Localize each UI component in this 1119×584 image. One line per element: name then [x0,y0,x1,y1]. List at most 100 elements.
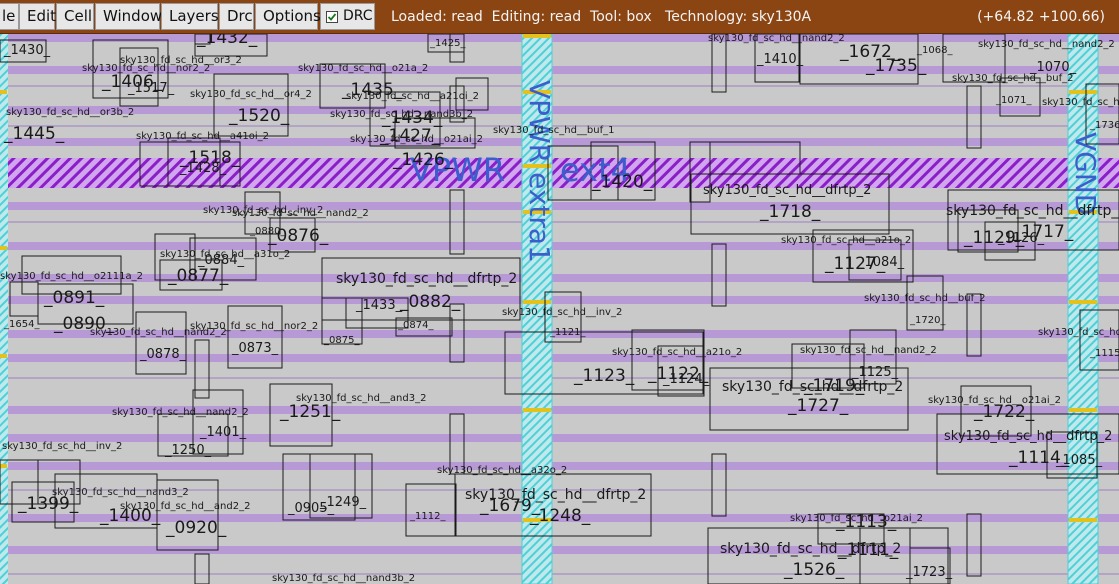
cell-label: _0873_ [232,341,279,356]
cell-label: _1425_ [430,38,466,49]
cell-type-label: sky130_fd_sc_hd__inv_2 [203,205,324,216]
cell-type-label: sky130_fd_sc_hd__a21oi_2 [346,91,480,102]
cell-label: _1428_ [180,161,227,176]
cell-label: _1654_ [4,319,40,330]
cell-type-label: sky130_fd_sc_hd__dfrtp_2 [722,379,904,395]
cell-label: _0920_ [166,518,227,538]
cell-label: _1410_ [757,52,804,67]
cell-label: _1123_ [574,366,635,386]
cell-type-label: sky130_fd_sc_hd__dfrtp_2 [703,183,872,198]
cell-label: _1426_ [393,150,454,170]
cell-type-label: sky130_fd_sc_hd__nor2_2 [82,63,211,74]
cell-label: _0874_ [398,320,434,331]
cell-type-label: sky130_fd_sc_hd__nand2_2 [708,34,845,44]
cell-label: _1248_ [530,506,591,526]
cell-label: _1727_ [788,396,849,416]
cell-label: _1736_ [1090,120,1119,131]
cell-type-label: sky130_fd_sc_hd__o21a_2 [298,63,429,74]
cell-label: _1720_ [910,315,946,326]
cell-type-label: sky130_fd_sc_hd__nand3b_2 [272,573,416,584]
menu-options[interactable]: Options [255,3,321,30]
cell-label: _1520_ [229,106,290,126]
cell-label: _1399_ [18,494,79,514]
cell-type-label: sky130_fd_sc_hd__buf_2 [952,73,1074,84]
cell-type-label: sky130_fd_sc_hd__nand2_2 [978,39,1115,50]
cell-label: _1250_ [165,443,212,458]
cell-type-label: sky130_fd_sc_hd__buf_2 [1042,97,1119,108]
drc-checkbox[interactable] [326,11,338,23]
cell-type-label: sky130_fd_sc_hd__dfrtp_2 [946,203,1119,219]
cell-type-label: sky130_fd_sc_hd__dfrtp_2 [336,271,518,287]
cell-type-label: sky130_fd_sc_hd__nand2_2 [112,407,249,418]
cell-type-label: sky130_fd_sc_hd__buf_2 [864,293,986,304]
vgnd-strap [1067,34,1099,584]
cell-type-label: sky130_fd_sc_hd__o21ai_2 [928,395,1062,406]
cell-label: _0880_ [250,226,286,237]
menu-bar: le Edit Cell Window Layers Drc Options D… [0,0,1119,34]
cell-label: _1084_ [858,255,905,270]
cell-label: _1432_ [197,34,258,48]
cell-label: _1735_ [866,56,927,76]
cell-type-label: sky130_fd_sc_hd__nand3b_2 [330,109,474,120]
cell-type-label: sky130_fd_sc_hd__a21o_2 [612,347,743,358]
menu-file[interactable]: le [0,3,19,30]
cell-type-label: sky130_fd_sc_hd__dfrtp_2 [944,429,1113,444]
cell-type-label: sky130_fd_sc_hd__nor2_2 [190,321,319,332]
cell-label: _0882_ [400,292,461,312]
cursor-coordinates: (+64.82 +100.66) [977,9,1105,25]
cell-label: _1723_ [906,565,953,580]
drc-label: DRC [343,8,373,24]
cell-label: _1420_ [592,172,653,192]
menu-edit[interactable]: Edit [19,3,56,30]
cell-label: _1251_ [280,402,341,422]
menu-layers[interactable]: Layers [161,3,219,30]
cell-label: _1722_ [974,402,1035,422]
cell-type-label: sky130_fd_sc_hd__o21ai_2 [1038,327,1119,338]
menu-drc[interactable]: Drc [219,3,254,30]
cell-type-label: sky130_fd_sc_hd__nand3_2 [52,487,189,498]
cell-label: _1115_ [1090,348,1119,359]
cell-label: _0875_ [324,335,360,346]
cell-label: _1126_ [998,231,1045,246]
cell-type-label: sky130_fd_sc_hd__dfrtp_2 [720,541,902,557]
cell-type-label: sky130_fd_sc_hd__and3_2 [296,393,427,404]
status-text: Loaded: read Editing: read Tool: box Tec… [391,9,812,25]
cell-label: _1401_ [200,425,247,440]
cell-type-label: sky130_fd_sc_hd__inv_2 [2,441,123,452]
cell-label: _1068_ [917,45,953,56]
cell-type-label: sky130_fd_sc_hd__a31o_2 [160,249,291,260]
cell-label: _0877_ [168,266,229,286]
cell-type-label: sky130_fd_sc_hd__a32o_2 [437,465,568,476]
cell-type-label: sky130_fd_sc_hd__and2_2 [120,501,251,512]
cell-type-label: sky130_fd_sc_hd__o21ai_2 [790,513,924,524]
drc-toggle[interactable]: DRC [320,3,375,30]
cell-label: _1433_ [356,298,403,313]
cell-type-label: sky130_fd_sc_hd__or3b_2 [6,107,135,118]
cell-type-label: sky130_fd_sc_hd__o2111a_2 [0,271,143,282]
cell-type-label: sky130_fd_sc_hd__a21o_2 [781,235,912,246]
cell-type-label: sky130_fd_sc_hd__dfrtp_2 [465,487,647,503]
cell-label: _1526_ [784,560,845,580]
cell-label: _1124_ [663,372,710,387]
menu-window[interactable]: Window [95,3,162,30]
cell-label: _1085_ [1056,453,1103,468]
cell-label: _1430_ [4,43,51,58]
layout-canvas[interactable]: VPWR ext4 VPWR extra1 VGND _1430_ _1432_… [0,34,1119,584]
cell-type-label: sky130_fd_sc_hd__or4_2 [190,89,312,100]
cell-label: _0878_ [140,347,187,362]
cell-type-label: sky130_fd_sc_hd__a41oi_2 [136,131,270,142]
cell-label: _0891_ [44,288,105,308]
cell-type-label: sky130_fd_sc_hd__o21ai_2 [350,134,484,145]
menu-cell[interactable]: Cell [56,3,94,30]
cell-label: _1445_ [4,124,65,144]
cell-label: _1071_ [996,95,1032,106]
cell-type-label: sky130_fd_sc_hd__inv_2 [502,307,623,318]
cell-label: _1121_ [550,327,586,338]
cell-type-label: sky130_fd_sc_hd__buf_1 [493,125,615,136]
cell-label: _1718_ [760,202,821,222]
cell-label: _1517_ [128,81,175,96]
cell-type-label: sky130_fd_sc_hd__nand2_2 [800,345,937,356]
cell-label: _1249_ [320,495,367,510]
vpwr-extra-label: VPWR extra1 [523,80,556,263]
check-icon [327,13,337,21]
